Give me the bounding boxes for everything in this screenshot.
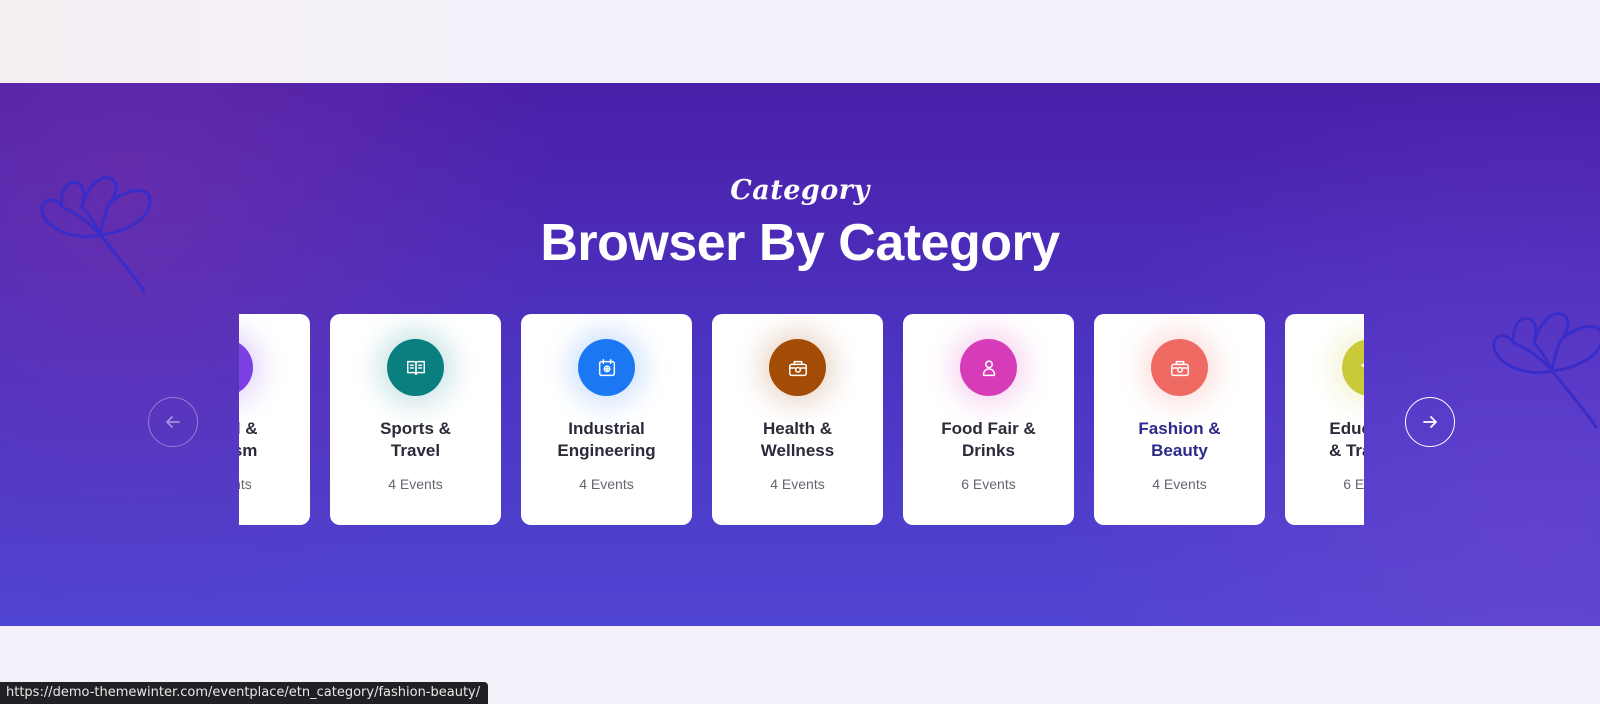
category-event-count: 4 Events xyxy=(388,476,443,492)
briefcase-icon xyxy=(1170,360,1189,376)
arrow-left-icon xyxy=(166,416,180,428)
category-name[interactable]: Industrial Engineering xyxy=(521,418,692,462)
category-name-line1: Education xyxy=(1329,419,1364,438)
calendar-icon xyxy=(598,358,615,376)
category-name-line2: Travel xyxy=(390,441,441,460)
category-name-line2: Wellness xyxy=(760,441,835,460)
category-name[interactable]: Health & Wellness xyxy=(712,418,883,462)
category-icon-circle xyxy=(769,339,826,396)
category-name-line2: & Training xyxy=(1328,441,1364,460)
category-card[interactable]: Food Fair & Drinks 6 Events xyxy=(903,314,1074,525)
category-name-line1: Travel & xyxy=(239,419,258,438)
category-carousel[interactable]: Travel & Tourism 4 Events Sports & Travel 4 E… xyxy=(239,314,1364,529)
category-card[interactable]: Health & Wellness 4 Events xyxy=(712,314,883,525)
category-name-line2: Drinks xyxy=(962,441,1015,460)
category-event-count: 4 Events xyxy=(579,476,634,492)
category-card[interactable]: Travel & Tourism 4 Events xyxy=(239,314,310,525)
category-icon-circle xyxy=(1342,339,1364,396)
briefcase-icon xyxy=(788,360,807,376)
category-name-line1: Health & xyxy=(763,419,832,438)
category-card[interactable]: Fashion & Beauty 4 Events xyxy=(1094,314,1265,525)
category-name[interactable]: Food Fair & Drinks xyxy=(903,418,1074,462)
category-name-line2: Beauty xyxy=(1151,441,1208,460)
category-name-line2: Tourism xyxy=(239,441,258,460)
category-name-line1: Industrial xyxy=(568,419,645,438)
top-band xyxy=(0,0,1600,83)
education-icon xyxy=(1360,362,1364,367)
category-icon-circle xyxy=(960,339,1017,396)
arrow-right-icon xyxy=(1423,416,1437,428)
carousel-next-button[interactable] xyxy=(1405,397,1455,447)
section-title: Browser By Category xyxy=(540,214,1060,272)
category-name[interactable]: Fashion & Beauty xyxy=(1094,418,1265,462)
category-name[interactable]: Sports & Travel xyxy=(330,418,501,462)
category-section: Category Browser By Category Travel & Tou… xyxy=(0,83,1600,626)
category-card[interactable]: Sports & Travel 4 Events xyxy=(330,314,501,525)
category-name-line2: Engineering xyxy=(557,441,656,460)
category-event-count: 4 Events xyxy=(1152,476,1207,492)
category-event-count: 6 Events xyxy=(961,476,1016,492)
book-icon xyxy=(406,360,425,375)
section-subtitle: Category xyxy=(730,175,870,206)
category-icon-circle xyxy=(578,339,635,396)
status-bar-url: https://demo-themewinter.com/eventplace/… xyxy=(0,682,489,704)
category-name-line1: Fashion & xyxy=(1138,419,1221,438)
category-card[interactable]: Industrial Engineering 4 Events xyxy=(521,314,692,525)
category-event-count: 6 Events xyxy=(1343,476,1364,492)
carousel-prev-button[interactable] xyxy=(148,397,198,447)
category-icon-circle xyxy=(1151,339,1208,396)
category-event-count: 4 Events xyxy=(239,476,252,492)
category-name[interactable]: Travel & Tourism xyxy=(239,418,310,462)
category-card[interactable]: Education & Training 6 Events xyxy=(1285,314,1364,525)
category-event-count: 4 Events xyxy=(770,476,825,492)
category-name-line1: Food Fair & xyxy=(941,419,1036,438)
user-icon xyxy=(982,359,995,376)
category-icon-circle xyxy=(387,339,444,396)
flower-decoration-right xyxy=(1492,312,1600,429)
category-name-line1: Sports & xyxy=(380,419,451,438)
category-name[interactable]: Education & Training xyxy=(1285,418,1364,462)
category-icon-circle xyxy=(239,339,253,396)
